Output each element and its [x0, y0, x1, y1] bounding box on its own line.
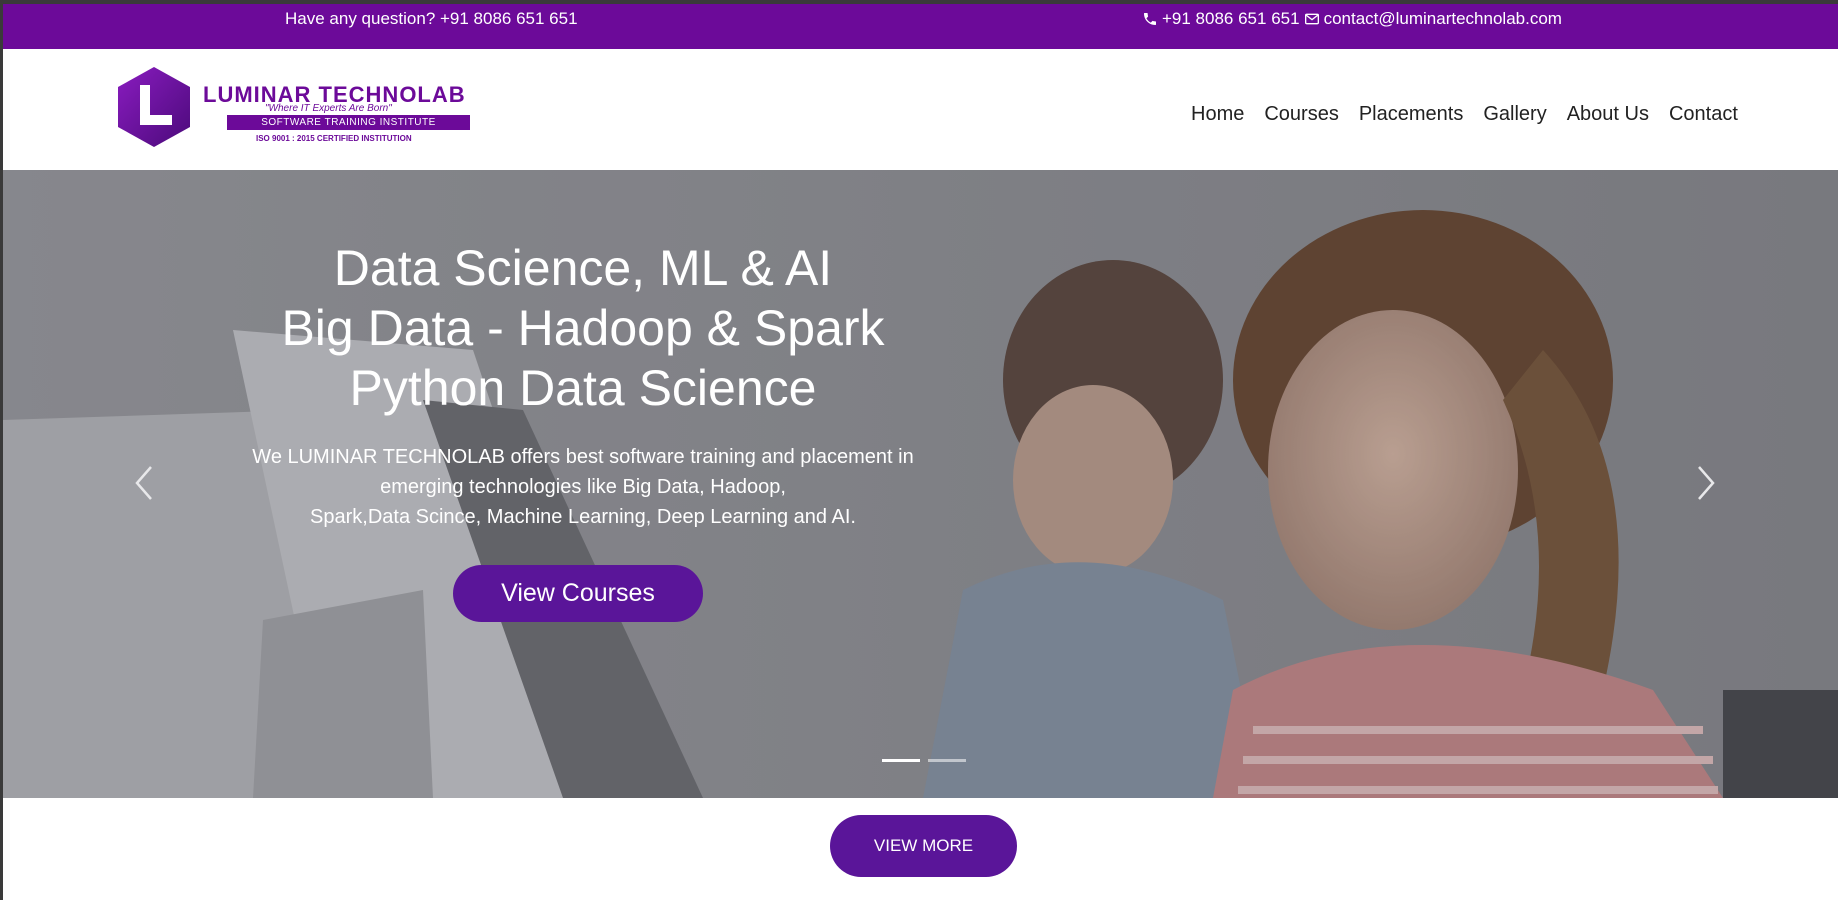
hero-description: We LUMINAR TECHNOLAB offers best softwar… — [223, 442, 943, 532]
nav-about-us[interactable]: About Us — [1567, 103, 1649, 126]
carousel-indicators — [882, 759, 966, 762]
page: Have any question? +91 8086 651 651 +91 … — [3, 4, 1838, 900]
contact-info: +91 8086 651 651 contact@luminartechnola… — [1142, 9, 1562, 29]
email-link[interactable]: contact@luminartechnolab.com — [1324, 9, 1562, 29]
logo-mark[interactable] — [112, 65, 196, 149]
carousel-indicator-1[interactable] — [882, 759, 920, 762]
phone-link[interactable]: +91 8086 651 651 — [1162, 9, 1300, 29]
hero-title-line-1: Data Science, ML & AI — [333, 240, 833, 296]
nav-home[interactable]: Home — [1191, 103, 1244, 126]
nav-courses[interactable]: Courses — [1264, 103, 1338, 126]
envelope-icon — [1304, 13, 1319, 25]
brand-tagline: "Where IT Experts Are Born" — [265, 103, 392, 114]
brand-subtitle: SOFTWARE TRAINING INSTITUTE — [227, 115, 470, 130]
hero-description-line-2: emerging technologies like Big Data, Had… — [380, 476, 786, 498]
top-contact-bar: Have any question? +91 8086 651 651 +91 … — [3, 4, 1838, 49]
view-courses-button[interactable]: View Courses — [453, 565, 703, 622]
main-nav: Home Courses Placements Gallery About Us… — [1191, 103, 1738, 126]
chevron-left-icon[interactable] — [129, 463, 159, 503]
hero-description-line-1: We LUMINAR TECHNOLAB offers best softwar… — [252, 446, 914, 468]
nav-contact[interactable]: Contact — [1669, 103, 1738, 126]
phone-icon — [1144, 13, 1156, 25]
carousel-indicator-2[interactable] — [928, 759, 966, 762]
hero-title-line-3: Python Data Science — [349, 360, 817, 416]
question-text: Have any question? +91 8086 651 651 — [285, 9, 578, 28]
chevron-right-icon[interactable] — [1691, 463, 1721, 503]
nav-gallery[interactable]: Gallery — [1483, 103, 1546, 126]
hero-title-line-2: Big Data - Hadoop & Spark — [281, 300, 885, 356]
hero-description-line-3: Spark,Data Scince, Machine Learning, Dee… — [310, 506, 856, 528]
site-header: LUMINAR TECHNOLAB "Where IT Experts Are … — [3, 49, 1838, 170]
view-more-button[interactable]: VIEW MORE — [830, 815, 1017, 877]
iso-certification: ISO 9001 : 2015 CERTIFIED INSTITUTION — [256, 134, 412, 143]
hero-carousel: Data Science, ML & AI Big Data - Hadoop … — [3, 170, 1838, 798]
nav-placements[interactable]: Placements — [1359, 103, 1464, 126]
